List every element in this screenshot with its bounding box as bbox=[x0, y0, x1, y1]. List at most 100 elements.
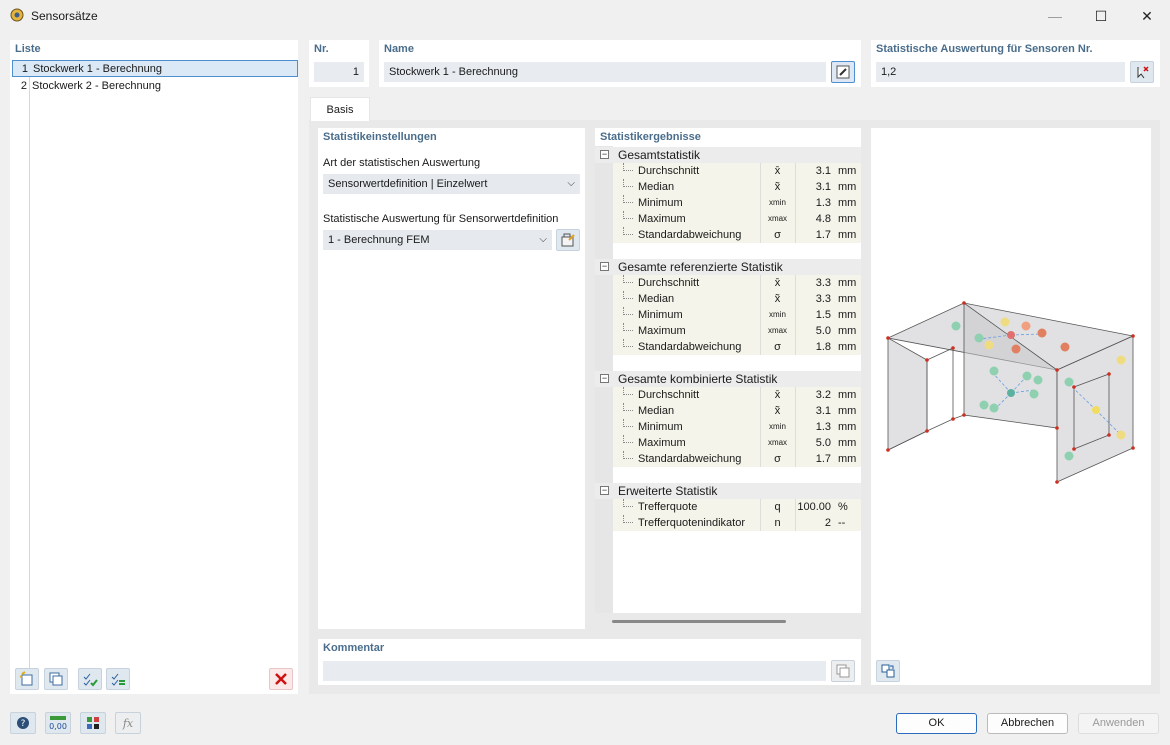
stat-name: Trefferquote bbox=[638, 501, 698, 513]
copy-icon bbox=[49, 672, 63, 686]
collapse-toggle-icon[interactable]: − bbox=[600, 262, 609, 271]
list-item[interactable]: 1 Stockwerk 1 - Berechnung bbox=[12, 60, 298, 77]
stat-unit: mm bbox=[838, 197, 857, 209]
display-settings-icon bbox=[87, 717, 99, 729]
stat-row: Maximum xmax 5.0 mm bbox=[613, 435, 861, 451]
help-button[interactable]: ? bbox=[10, 712, 36, 734]
stat-unit: mm bbox=[838, 325, 857, 337]
stat-symbol: xmin bbox=[760, 307, 794, 323]
collapse-toggle-icon[interactable]: − bbox=[600, 486, 609, 495]
stat-symbol: x̄ bbox=[760, 275, 794, 291]
sensor-stat-label: Statistische Auswertung für Sensoren Nr. bbox=[876, 43, 1093, 55]
formula-icon: fx bbox=[122, 717, 134, 730]
edit-definition-icon bbox=[561, 233, 575, 247]
delete-button[interactable] bbox=[269, 668, 293, 690]
stat-symbol: x̃ bbox=[760, 179, 794, 195]
list-item-number: 2 bbox=[20, 80, 27, 92]
window-title: Sensorsätze bbox=[31, 9, 98, 23]
stat-row: Minimum xmin 1.3 mm bbox=[613, 195, 861, 211]
select-sensors-button[interactable] bbox=[1130, 61, 1154, 83]
stat-group[interactable]: − Gesamtstatistik bbox=[595, 147, 861, 163]
copy-item-button[interactable] bbox=[44, 668, 68, 690]
chevron-down-icon: ⌵ bbox=[567, 178, 575, 189]
name-field[interactable]: Stockwerk 1 - Berechnung bbox=[384, 62, 826, 82]
checklist-icon bbox=[83, 673, 98, 687]
stat-unit: mm bbox=[838, 229, 857, 241]
list-item-number: 1 bbox=[21, 63, 28, 75]
maximize-button[interactable]: ☐ bbox=[1078, 0, 1124, 32]
type-label: Art der statistischen Auswertung bbox=[323, 157, 481, 169]
formula-button[interactable]: fx bbox=[115, 712, 141, 734]
collapse-toggle-icon[interactable]: − bbox=[600, 150, 609, 159]
stat-name: Median bbox=[638, 405, 675, 417]
new-item-button[interactable] bbox=[15, 668, 39, 690]
stat-name: Maximum bbox=[638, 325, 686, 337]
nr-panel: Nr. 1 bbox=[309, 40, 369, 87]
nr-field: 1 bbox=[314, 62, 364, 82]
stat-value: 3.2 bbox=[795, 387, 833, 403]
stat-value: 3.3 bbox=[795, 275, 833, 291]
stat-row: Median x̃ 3.1 mm bbox=[613, 403, 861, 419]
stat-value: 5.0 bbox=[795, 435, 833, 451]
stat-row: Maximum xmax 5.0 mm bbox=[613, 323, 861, 339]
comment-field[interactable] bbox=[323, 661, 826, 681]
stat-symbol: q bbox=[760, 499, 794, 515]
stat-name: Durchschnitt bbox=[638, 277, 700, 289]
cancel-button[interactable]: Abbrechen bbox=[987, 713, 1068, 734]
apply-button[interactable]: Anwenden bbox=[1078, 713, 1159, 734]
units-button[interactable]: 0,00 bbox=[45, 712, 71, 734]
results-scrollbar[interactable] bbox=[612, 620, 786, 623]
view-options-button[interactable] bbox=[876, 660, 900, 682]
list-panel: Liste 1 Stockwerk 1 - Berechnung 2 Stock… bbox=[10, 40, 298, 694]
list-box: 1 Stockwerk 1 - Berechnung 2 Stockwerk 2… bbox=[12, 60, 298, 679]
stat-group-label: Gesamte referenzierte Statistik bbox=[618, 260, 783, 274]
svg-text:0,00: 0,00 bbox=[49, 722, 67, 731]
list-item[interactable]: 2 Stockwerk 2 - Berechnung bbox=[12, 78, 298, 95]
model-viewer[interactable] bbox=[871, 128, 1151, 685]
stat-unit: mm bbox=[838, 293, 857, 305]
stat-value: 3.1 bbox=[795, 163, 833, 179]
comment-panel: Kommentar bbox=[318, 639, 861, 685]
delete-icon bbox=[275, 673, 287, 685]
stat-value: 1.3 bbox=[795, 195, 833, 211]
edit-name-button[interactable] bbox=[831, 61, 855, 83]
definition-select-value: 1 - Berechnung FEM bbox=[328, 234, 430, 246]
help-icon: ? bbox=[17, 717, 29, 729]
stat-unit: % bbox=[838, 501, 848, 513]
definition-select[interactable]: 1 - Berechnung FEM ⌵ bbox=[323, 230, 552, 250]
tab-basis[interactable]: Basis bbox=[310, 97, 370, 121]
stat-value: 1.5 bbox=[795, 307, 833, 323]
stat-unit: mm bbox=[838, 437, 857, 449]
display-settings-button[interactable] bbox=[80, 712, 106, 734]
name-panel: Name Stockwerk 1 - Berechnung bbox=[379, 40, 861, 87]
stat-row: Median x̃ 3.3 mm bbox=[613, 291, 861, 307]
collapse-toggle-icon[interactable]: − bbox=[600, 374, 609, 383]
type-select[interactable]: Sensorwertdefinition | Einzelwert ⌵ bbox=[323, 174, 580, 194]
stat-row: Trefferquotenindikator n 2 -- bbox=[613, 515, 861, 531]
ok-button[interactable]: OK bbox=[896, 713, 977, 734]
stat-row: Standardabweichung σ 1.7 mm bbox=[613, 451, 861, 467]
stat-value: 3.3 bbox=[795, 291, 833, 307]
stat-unit: mm bbox=[838, 453, 857, 465]
edit-definition-button[interactable] bbox=[556, 229, 580, 251]
sensor-stat-panel: Statistische Auswertung für Sensoren Nr.… bbox=[871, 40, 1160, 87]
stat-symbol: σ bbox=[760, 451, 794, 467]
stat-symbol: xmax bbox=[760, 211, 794, 227]
stat-row: Trefferquote q 100.00% bbox=[613, 499, 861, 515]
stat-row: Minimum xmin 1.5 mm bbox=[613, 307, 861, 323]
minimize-button[interactable]: — bbox=[1032, 0, 1078, 32]
stat-group[interactable]: − Erweiterte Statistik bbox=[595, 483, 861, 499]
stat-symbol: n bbox=[760, 515, 794, 531]
stat-unit: mm bbox=[838, 405, 857, 417]
comment-copy-button[interactable] bbox=[831, 660, 855, 682]
close-button[interactable]: ✕ bbox=[1124, 0, 1170, 32]
sensor-stat-field[interactable]: 1,2 bbox=[876, 62, 1125, 82]
stat-name: Maximum bbox=[638, 437, 686, 449]
stat-group[interactable]: − Gesamte referenzierte Statistik bbox=[595, 259, 861, 275]
decimal-units-icon: 0,00 bbox=[49, 716, 67, 731]
stat-row: Standardabweichung σ 1.7 mm bbox=[613, 227, 861, 243]
check-all-button[interactable] bbox=[78, 668, 102, 690]
nr-label: Nr. bbox=[314, 43, 329, 55]
uncheck-all-button[interactable] bbox=[106, 668, 130, 690]
stat-group[interactable]: − Gesamte kombinierte Statistik bbox=[595, 371, 861, 387]
